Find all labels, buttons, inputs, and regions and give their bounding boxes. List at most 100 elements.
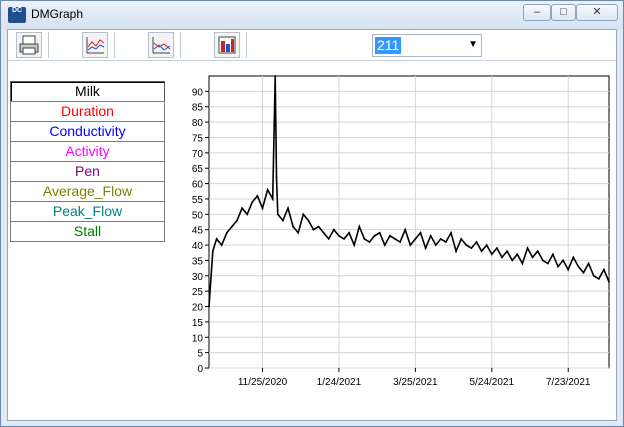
- milk-data-point: [327, 238, 330, 240]
- milk-data-point: [394, 238, 396, 240]
- minimize-icon: –: [533, 6, 541, 18]
- milk-data-point: [236, 219, 238, 222]
- maximize-icon: □: [560, 6, 567, 18]
- minimize-button[interactable]: –: [523, 4, 551, 21]
- cow-select[interactable]: 211 ▼: [372, 34, 482, 57]
- milk-data-point: [577, 265, 580, 268]
- title-bar[interactable]: DC DMGraph – □ ✕: [1, 1, 623, 29]
- y-tick-label: 5: [197, 349, 203, 360]
- window-title: DMGraph: [31, 7, 84, 21]
- toolbar-separator: [246, 32, 247, 58]
- x-tick-label: 7/23/2021: [546, 377, 591, 388]
- y-tick-label: 15: [192, 318, 204, 329]
- metric-legend: Milk Duration Conductivity Activity Pen Avera…: [10, 81, 165, 242]
- plot-area: [208, 75, 610, 369]
- milk-data-point: [302, 213, 305, 216]
- legend-item-conductivity[interactable]: Conductivity: [10, 121, 165, 142]
- milk-data-point: [536, 250, 539, 253]
- milk-data-point: [521, 262, 524, 265]
- milk-data-point: [208, 305, 210, 308]
- legend-item-average-flow[interactable]: Average_Flow: [10, 181, 165, 202]
- milk-data-point: [363, 238, 366, 240]
- milk-data-point: [343, 238, 345, 240]
- milk-data-point: [297, 231, 300, 234]
- y-tick-label: 90: [192, 87, 204, 98]
- legend-item-duration[interactable]: Duration: [10, 101, 165, 122]
- maximize-button[interactable]: □: [551, 4, 576, 21]
- legend-item-milk[interactable]: Milk: [10, 81, 165, 102]
- milk-data-point: [225, 231, 228, 234]
- y-tick-label: 10: [192, 333, 204, 344]
- milk-data-point: [317, 225, 320, 228]
- toolbar: 211 ▼: [8, 30, 616, 61]
- legend-item-pen[interactable]: Pen: [10, 161, 165, 182]
- x-tick-label: 3/25/2021: [393, 377, 438, 388]
- milk-data-point: [455, 250, 458, 253]
- y-tick-label: 40: [192, 241, 204, 252]
- milk-data-point: [546, 262, 549, 265]
- y-tick-label: 85: [192, 103, 204, 114]
- y-tick-label: 55: [192, 195, 204, 206]
- y-tick-label: 35: [192, 256, 204, 267]
- milk-data-point: [307, 219, 310, 222]
- print-button[interactable]: [16, 32, 42, 58]
- milk-data-point: [368, 241, 371, 243]
- milk-data-point: [231, 225, 233, 228]
- legend-item-activity[interactable]: Activity: [10, 141, 165, 162]
- milk-data-point: [582, 271, 585, 274]
- y-tick-label: 0: [197, 364, 203, 375]
- milk-data-point: [419, 231, 422, 234]
- chevron-down-icon[interactable]: ▼: [468, 39, 478, 50]
- milk-data-point: [465, 244, 468, 246]
- milk-data-point: [495, 247, 498, 250]
- milk-data-point: [276, 213, 279, 216]
- y-tick-label: 20: [192, 303, 204, 314]
- milk-data-point: [414, 238, 417, 240]
- milk-data-point: [597, 277, 600, 280]
- area-graph-icon: [152, 37, 171, 54]
- milk-data-point: [271, 198, 274, 200]
- milk-data-point: [373, 234, 376, 237]
- milk-data-point: [475, 241, 478, 243]
- line-graph-button[interactable]: [82, 32, 108, 58]
- close-button[interactable]: ✕: [576, 4, 618, 21]
- milk-data-point: [445, 241, 447, 243]
- milk-data-point: [526, 247, 529, 250]
- milk-data-point: [322, 231, 325, 234]
- milk-data-point: [552, 253, 554, 256]
- milk-data-point: [261, 207, 264, 210]
- milk-data-point: [287, 207, 289, 210]
- milk-data-point: [353, 244, 356, 246]
- milk-data-point: [516, 253, 519, 256]
- milk-data-point: [424, 247, 427, 250]
- y-tick-label: 80: [192, 118, 204, 129]
- milk-data-point: [608, 281, 610, 283]
- milk-data-point: [541, 259, 544, 262]
- milk-data-point: [256, 194, 259, 197]
- milk-data-point: [211, 250, 214, 253]
- milk-data-point: [378, 231, 381, 234]
- milk-data-point: [220, 244, 223, 246]
- milk-data-point: [434, 244, 437, 246]
- milk-data-point: [241, 207, 244, 210]
- legend-item-peak-flow[interactable]: Peak_Flow: [10, 201, 165, 222]
- x-tick-label: 5/24/2021: [470, 377, 515, 388]
- area-graph-button[interactable]: [148, 32, 174, 58]
- toolbar-separator: [180, 32, 181, 58]
- milk-data-point: [470, 247, 473, 250]
- y-tick-label: 75: [192, 133, 204, 144]
- client-area: 211 ▼ Milk Duration Conductivity Activity Pe…: [7, 29, 617, 421]
- milk-data-point: [338, 234, 340, 237]
- milk-data-point: [557, 265, 559, 268]
- milk-data-point: [450, 231, 452, 234]
- milk-data-point: [592, 274, 595, 277]
- milk-data-point: [348, 231, 351, 234]
- x-tick-label: 11/25/2020: [238, 377, 288, 388]
- milk-data-point: [274, 75, 277, 77]
- x-tick-label: 1/24/2021: [317, 377, 362, 388]
- chart-svg: 0 5 10 15 20 25 30 35 40 45 50 55 60 65 70 75 80 85 90 11/2…: [192, 75, 610, 388]
- milk-data-point: [358, 225, 361, 228]
- bar-graph-button[interactable]: [214, 32, 240, 58]
- milk-data-point: [312, 228, 315, 231]
- legend-item-stall[interactable]: Stall: [10, 221, 165, 242]
